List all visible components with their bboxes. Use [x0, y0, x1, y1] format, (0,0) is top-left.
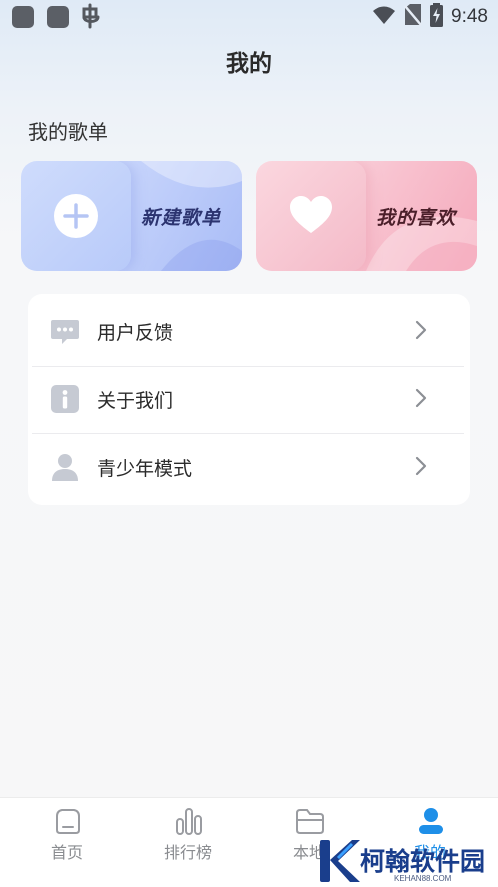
watermark-logo: 柯翰软件园 KEHAN88.COM: [318, 838, 498, 887]
new-playlist-card[interactable]: 新建歌单: [21, 161, 242, 271]
clock-time: 9:48: [451, 6, 488, 27]
tab-label-home: 首页: [50, 843, 83, 862]
menu-item-feedback[interactable]: 用户反馈: [28, 296, 470, 363]
status-bar: 9:48: [0, 0, 498, 36]
menu-label-teen-mode: 青少年模式: [97, 458, 193, 480]
my-favorites-label: 我的喜欢: [376, 207, 457, 229]
tab-charts[interactable]: 排行榜: [138, 798, 238, 887]
settings-menu: 用户反馈 关于我们 青少年模式: [28, 294, 470, 505]
wifi-icon: [372, 5, 396, 29]
menu-item-teen-mode[interactable]: 青少年模式: [28, 432, 470, 499]
folder-icon: [296, 809, 324, 834]
watermark-text: 柯翰软件园: [360, 847, 486, 876]
chevron-right-icon: [415, 320, 427, 340]
menu-item-about[interactable]: 关于我们: [28, 364, 470, 431]
no-sim-icon: [404, 4, 422, 30]
menu-label-about: 关于我们: [97, 390, 174, 412]
menu-label-feedback: 用户反馈: [97, 322, 174, 344]
new-playlist-label: 新建歌单: [141, 207, 222, 229]
my-favorites-card[interactable]: 我的喜欢: [256, 161, 477, 271]
chat-icon: [51, 320, 79, 344]
profile-icon: [419, 808, 443, 834]
k-logo-icon: [320, 840, 360, 882]
plus-icon: [54, 194, 98, 238]
app-square-icon: [12, 6, 34, 28]
chevron-right-icon: [415, 388, 427, 408]
section-title-playlists: 我的歌单: [28, 120, 108, 144]
app-square-icon: [47, 6, 69, 28]
tab-home[interactable]: 首页: [17, 798, 117, 887]
tab-label-charts: 排行榜: [163, 843, 212, 862]
page-title: 我的: [226, 51, 272, 77]
heart-icon: [290, 196, 332, 233]
bug-icon: [80, 3, 104, 37]
chevron-right-icon: [415, 456, 427, 476]
bar-chart-icon: [176, 808, 202, 835]
person-icon: [52, 454, 78, 481]
info-icon: [51, 385, 79, 413]
battery-charging-icon: [430, 3, 444, 31]
home-icon: [56, 809, 80, 834]
watermark-subtext: KEHAN88.COM: [394, 874, 452, 883]
